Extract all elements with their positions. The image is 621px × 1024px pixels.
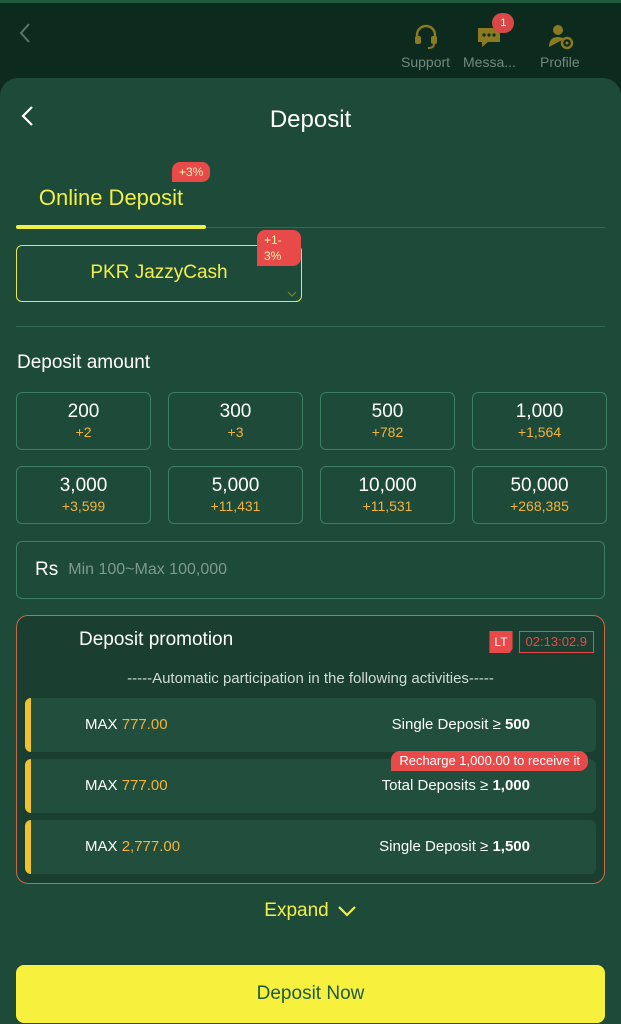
amount-option[interactable]: 1,000 +1,564 bbox=[472, 392, 607, 450]
amount-bonus: +3 bbox=[227, 424, 244, 440]
condition-threshold: 1,000 bbox=[492, 777, 530, 794]
row-max: MAX 777.00 bbox=[85, 716, 168, 733]
condition-label: Total Deposits ≥ bbox=[381, 777, 489, 794]
currency-label: Rs bbox=[35, 559, 59, 580]
chevron-down-icon bbox=[337, 906, 356, 917]
amount-value: 1,000 bbox=[515, 401, 564, 422]
message-badge: 1 bbox=[492, 13, 515, 33]
promotion-timer: LT 02:13:02.9 bbox=[489, 631, 594, 653]
method-promo-badge: +1-3% bbox=[257, 230, 301, 266]
amount-bonus: +268,385 bbox=[510, 498, 569, 514]
tab-promo-badge: +3% bbox=[172, 162, 211, 182]
payment-method-option[interactable]: PKR JazzyCash +1-3% bbox=[16, 230, 302, 302]
row-condition: Single Deposit ≥ 1,500 bbox=[379, 838, 530, 855]
condition-label: Single Deposit ≥ bbox=[391, 716, 501, 733]
amount-bonus: +2 bbox=[75, 424, 92, 440]
deposit-tabs: Online Deposit +3% bbox=[16, 162, 605, 229]
max-value: 2,777.00 bbox=[121, 838, 181, 855]
row-max: MAX 777.00 bbox=[85, 777, 168, 794]
promotion-row: MAX 2,777.00 Single Deposit ≥ 1,500 bbox=[25, 820, 596, 874]
max-value: 777.00 bbox=[121, 777, 168, 794]
amount-option[interactable]: 300 +3 bbox=[168, 392, 303, 450]
profile-gear-icon bbox=[548, 25, 574, 50]
timer-value: 02:13:02.9 bbox=[518, 631, 594, 653]
page-title: Deposit bbox=[269, 106, 352, 133]
deposit-promotion-panel: Deposit promotion LT 02:13:02.9 -----Aut… bbox=[16, 615, 605, 884]
deposit-now-button[interactable]: Deposit Now bbox=[16, 965, 605, 1023]
promotion-subtitle: -----Automatic participation in the foll… bbox=[127, 670, 494, 687]
support-button[interactable]: Support bbox=[401, 21, 450, 70]
amount-option[interactable]: 3,000 +3,599 bbox=[16, 466, 151, 524]
support-label: Support bbox=[401, 54, 451, 70]
profile-button[interactable]: Profile bbox=[540, 21, 580, 70]
max-label: MAX bbox=[85, 716, 118, 733]
max-value: 777.00 bbox=[121, 716, 168, 733]
row-max: MAX 2,777.00 bbox=[85, 838, 180, 855]
back-arrow-icon[interactable] bbox=[14, 21, 38, 45]
amount-value: 500 bbox=[371, 401, 404, 422]
messages-label: Messa... bbox=[463, 54, 516, 70]
expand-button[interactable]: Expand bbox=[0, 900, 621, 922]
tab-underline bbox=[16, 225, 206, 229]
amount-value: 10,000 bbox=[358, 475, 417, 496]
row-condition: Single Deposit ≥ 500 bbox=[392, 716, 530, 733]
condition-label: Single Deposit ≥ bbox=[379, 838, 489, 855]
amount-value: 3,000 bbox=[59, 475, 108, 496]
amount-option[interactable]: 500 +782 bbox=[320, 392, 455, 450]
tab-online-deposit[interactable]: Online Deposit +3% bbox=[16, 162, 211, 229]
top-app-bar: Support 1 Messa... Profile bbox=[0, 0, 621, 78]
tab-label: Online Deposit bbox=[38, 185, 184, 210]
condition-threshold: 500 bbox=[504, 716, 530, 733]
message-icon-wrap: 1 bbox=[474, 13, 515, 51]
sheet-header: Deposit bbox=[0, 78, 621, 160]
row-condition: Total Deposits ≥ 1,000 bbox=[382, 777, 530, 794]
deposit-amount-heading: Deposit amount bbox=[17, 352, 151, 373]
max-label: MAX bbox=[85, 777, 118, 794]
amount-option[interactable]: 50,000 +268,385 bbox=[472, 466, 607, 524]
profile-label: Profile bbox=[540, 54, 580, 70]
deposit-sheet: Deposit Online Deposit +3% PKR JazzyCash… bbox=[0, 78, 621, 1024]
max-label: MAX bbox=[85, 838, 118, 855]
headset-icon bbox=[414, 24, 437, 49]
amount-value: 200 bbox=[67, 401, 100, 422]
amount-bonus: +11,531 bbox=[362, 498, 413, 514]
amount-grid: 200 +2 300 +3 500 +782 1,000 +1,564 3,000 +3,… bbox=[16, 392, 607, 524]
condition-threshold: 1,500 bbox=[492, 838, 530, 855]
amount-value: 50,000 bbox=[510, 475, 569, 496]
amount-input-box: Rs bbox=[16, 541, 605, 599]
promotion-row: MAX 777.00 Single Deposit ≥ 500 bbox=[25, 698, 596, 752]
expand-label: Expand bbox=[264, 900, 329, 921]
selected-corner-icon bbox=[287, 291, 297, 297]
amount-option[interactable]: 200 +2 bbox=[16, 392, 151, 450]
promotion-row: MAX 777.00 Total Deposits ≥ 1,000 Rechar… bbox=[25, 751, 596, 813]
amount-bonus: +782 bbox=[371, 424, 404, 440]
promotion-title: Deposit promotion bbox=[79, 629, 234, 650]
amount-bonus: +1,564 bbox=[517, 424, 562, 440]
messages-button[interactable]: 1 Messa... bbox=[463, 13, 516, 70]
amount-input[interactable] bbox=[68, 561, 549, 579]
amount-value: 300 bbox=[219, 401, 252, 422]
divider bbox=[16, 326, 605, 327]
recharge-hint-badge: Recharge 1,000.00 to receive it bbox=[391, 751, 588, 771]
timer-tag: LT bbox=[489, 631, 513, 653]
amount-value: 5,000 bbox=[211, 475, 260, 496]
amount-bonus: +3,599 bbox=[61, 498, 106, 514]
amount-option[interactable]: 10,000 +11,531 bbox=[320, 466, 455, 524]
amount-option[interactable]: 5,000 +11,431 bbox=[168, 466, 303, 524]
amount-bonus: +11,431 bbox=[210, 498, 261, 514]
